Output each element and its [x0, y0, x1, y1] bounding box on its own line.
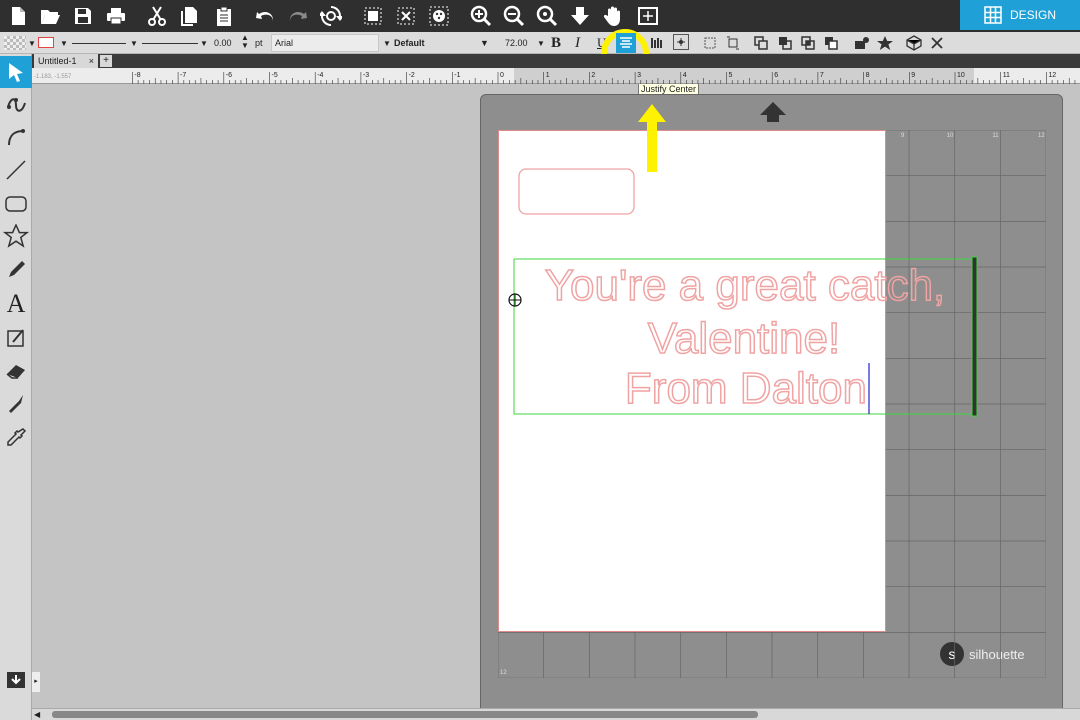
horizontal-scrollbar[interactable]: ◀: [32, 708, 1080, 720]
scrollbar-thumb[interactable]: [52, 711, 758, 718]
rounded-rectangle-shape[interactable]: [518, 168, 635, 215]
annotation-arrow: [638, 104, 666, 172]
scroll-left-button[interactable]: ◀: [34, 710, 40, 719]
text-line-1[interactable]: You're a great catch,: [544, 260, 946, 311]
text-line-2[interactable]: Valentine!: [647, 313, 841, 364]
move-handle-icon[interactable]: [508, 293, 522, 307]
design-overlay: You're a great catch, Valentine! From Da…: [508, 104, 978, 417]
text-width-handle[interactable]: [971, 256, 978, 417]
text-line-3[interactable]: From Dalton: [624, 363, 868, 414]
